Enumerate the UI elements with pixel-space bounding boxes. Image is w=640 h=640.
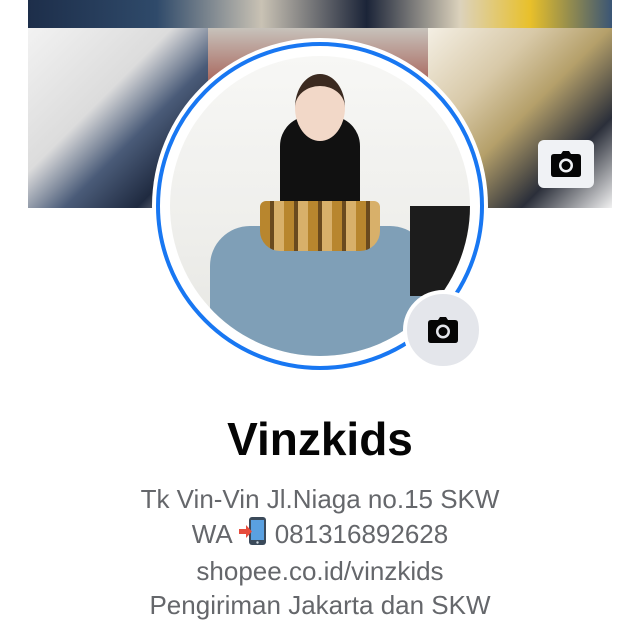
camera-icon — [428, 317, 458, 343]
bio-address: Tk Vin-Vin Jl.Niaga no.15 SKW — [140, 484, 500, 514]
bio-whatsapp: WA 081316892628 — [0, 516, 640, 554]
side-table-shape — [410, 206, 470, 296]
camera-icon — [551, 151, 581, 177]
profile-bio: Tk Vin-Vin Jl.Niaga no.15 SKW WA 0813168… — [0, 482, 640, 622]
cover-photo-strip — [28, 0, 612, 28]
bio-shop-link[interactable]: shopee.co.id/vinzkids — [0, 554, 640, 588]
edit-profile-picture-button[interactable] — [403, 290, 483, 370]
bio-shipping: Pengiriman Jakarta dan SKW — [149, 590, 491, 620]
bio-whatsapp-prefix: WA — [191, 519, 233, 549]
bio-whatsapp-number: 081316892628 — [274, 519, 449, 549]
profile-name: Vinzkids — [227, 413, 413, 465]
edit-cover-photo-button[interactable] — [538, 140, 594, 188]
child-skirt-shape — [260, 201, 380, 251]
child-head-shape — [295, 74, 345, 141]
mobile-phone-arrow-icon — [238, 516, 269, 554]
